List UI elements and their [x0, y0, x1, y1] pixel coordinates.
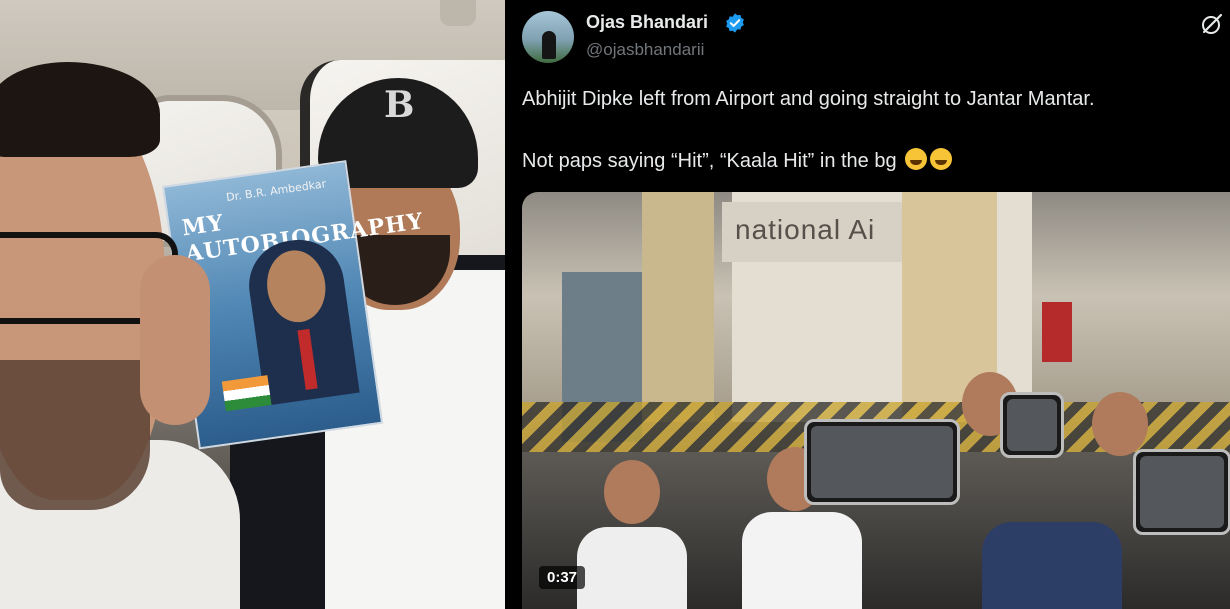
tweet-video[interactable]: national Ai 0:37 [522, 192, 1230, 609]
car-grab-handle [440, 0, 476, 26]
tweet-text-line1: Abhijit Dipke left from Airport and goin… [522, 88, 1095, 110]
india-flag-icon [221, 375, 272, 412]
smartphone-recording [1000, 392, 1064, 458]
smartphone-recording [1133, 449, 1230, 535]
person-checked-shirt [982, 522, 1122, 609]
person-head [604, 460, 660, 524]
tweet-text-line2: Not paps saying “Hit”, “Kaala Hit” in th… [522, 148, 953, 173]
video-duration-badge: 0:37 [539, 566, 586, 589]
avatar-person-silhouette [542, 31, 556, 59]
rolling-laughing-emoji-icon [930, 148, 953, 170]
person-white-shirt [577, 527, 687, 609]
airport-sign-text: national Ai [735, 214, 876, 245]
verified-badge-icon [726, 13, 744, 33]
person-head [1092, 392, 1148, 456]
tweet-text-line2-content: Not paps saying “Hit”, “Kaala Hit” in th… [522, 150, 897, 172]
person-white-shirt [742, 512, 862, 609]
hand-holding-book [140, 255, 210, 425]
selfie-photo: B Dr. B.R. Ambedkar MY AUTOBIOGRAPHY [0, 0, 505, 609]
tweet-card: Ojas Bhandari @ojasbhandarii Abhijit Dip… [505, 0, 1230, 609]
building-pillar [642, 192, 714, 422]
author-avatar[interactable] [522, 11, 574, 63]
vending-machine [1042, 302, 1072, 362]
smartphone-recording [804, 419, 960, 505]
grok-icon[interactable] [1200, 12, 1224, 36]
author-handle[interactable]: @ojasbhandarii [586, 40, 704, 60]
cap-logo-letter: B [384, 84, 415, 126]
author-name[interactable]: Ojas Bhandari [586, 12, 708, 33]
man-left-beard [0, 360, 150, 510]
rolling-laughing-emoji-icon [905, 148, 928, 170]
